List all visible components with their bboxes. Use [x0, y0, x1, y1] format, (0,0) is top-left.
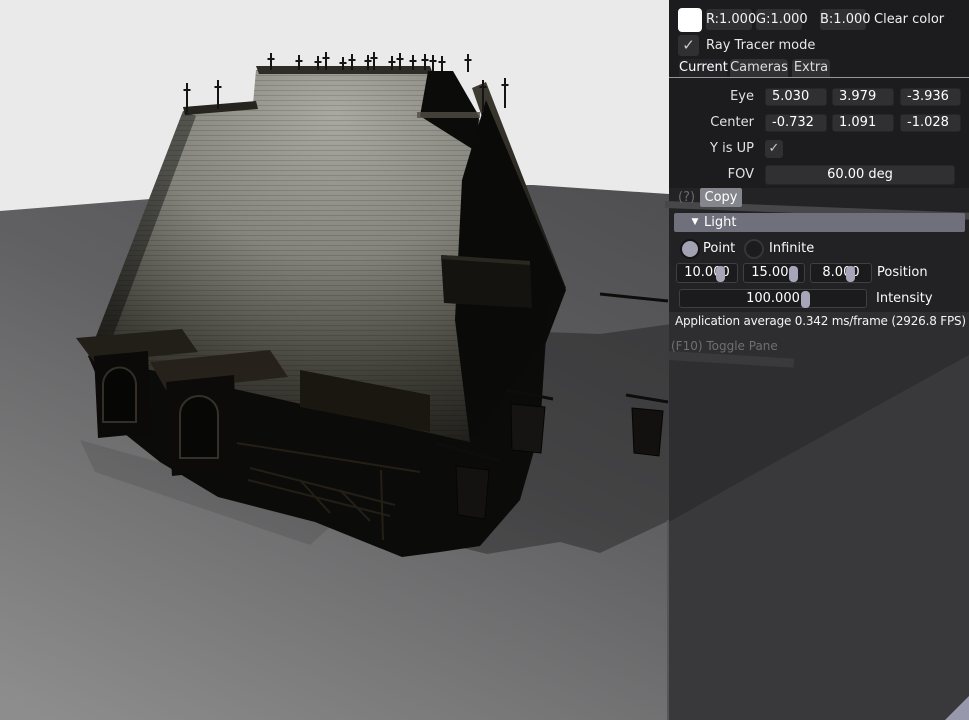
center-label: Center — [710, 115, 754, 130]
app-window: R:1.000 G:1.000 B:1.000 Clear color ✓ Ra… — [0, 0, 969, 720]
tab-underline — [669, 77, 969, 78]
slider-handle[interactable] — [801, 291, 810, 308]
light-position-y-slider[interactable]: 15.000 — [743, 263, 805, 283]
tab-current[interactable]: Current — [679, 59, 728, 77]
light-group-header[interactable]: ▼ Light — [674, 213, 965, 232]
light-group-title: Light — [704, 215, 737, 230]
point-label: Point — [703, 241, 736, 256]
help-icon[interactable]: (?) — [678, 189, 695, 207]
center-y-field[interactable]: 1.091 — [832, 114, 894, 132]
infinite-label: Infinite — [769, 241, 815, 256]
slider-value: 100.000 — [746, 291, 800, 306]
eye-label: Eye — [730, 89, 754, 104]
ray-tracer-checkbox[interactable]: ✓ — [678, 35, 699, 56]
ray-tracer-label: Ray Tracer mode — [706, 38, 816, 53]
fps-status-text: Application average 0.342 ms/frame (2926… — [675, 314, 966, 328]
light-position-z-slider[interactable]: 8.000 — [810, 263, 872, 283]
panel-left-edge — [667, 520, 669, 720]
red-value-button[interactable]: R:1.000 — [706, 9, 756, 30]
tab-cameras[interactable]: Cameras — [730, 59, 788, 77]
intensity-label: Intensity — [876, 291, 933, 306]
panel-resize-grip[interactable] — [945, 696, 969, 720]
fov-label: FOV — [727, 167, 754, 182]
position-label: Position — [877, 265, 928, 280]
center-x-field[interactable]: -0.732 — [765, 114, 827, 132]
check-icon: ✓ — [682, 36, 695, 54]
clear-color-swatch[interactable] — [678, 8, 702, 32]
tab-extra[interactable]: Extra — [792, 59, 830, 77]
control-panel: R:1.000 G:1.000 B:1.000 Clear color ✓ Ra… — [664, 0, 969, 720]
light-intensity-slider[interactable]: 100.000 — [679, 289, 867, 308]
toggle-pane-hint: (F10) Toggle Pane — [671, 339, 778, 353]
slider-handle[interactable] — [716, 266, 725, 282]
y-up-label: Y is UP — [710, 141, 754, 156]
eye-y-field[interactable]: 3.979 — [832, 88, 894, 106]
slider-handle[interactable] — [789, 266, 798, 282]
center-z-field[interactable]: -1.028 — [900, 114, 961, 132]
copy-button[interactable]: Copy — [700, 188, 742, 207]
eye-x-field[interactable]: 5.030 — [765, 88, 827, 106]
slider-handle[interactable] — [846, 266, 855, 282]
collapse-triangle-icon[interactable]: ▼ — [685, 213, 705, 232]
infinite-radio[interactable] — [744, 239, 764, 259]
eye-z-field[interactable]: -3.936 — [900, 88, 961, 106]
point-radio[interactable] — [680, 239, 700, 259]
green-value-button[interactable]: G:1.000 — [756, 9, 808, 30]
light-position-x-slider[interactable]: 10.000 — [676, 263, 738, 283]
y-up-checkbox[interactable]: ✓ — [765, 140, 783, 158]
clear-color-label: Clear color — [874, 12, 945, 27]
fov-field[interactable]: 60.00 deg — [765, 165, 955, 185]
check-icon: ✓ — [768, 141, 780, 156]
blue-value-button[interactable]: B:1.000 — [820, 9, 871, 30]
